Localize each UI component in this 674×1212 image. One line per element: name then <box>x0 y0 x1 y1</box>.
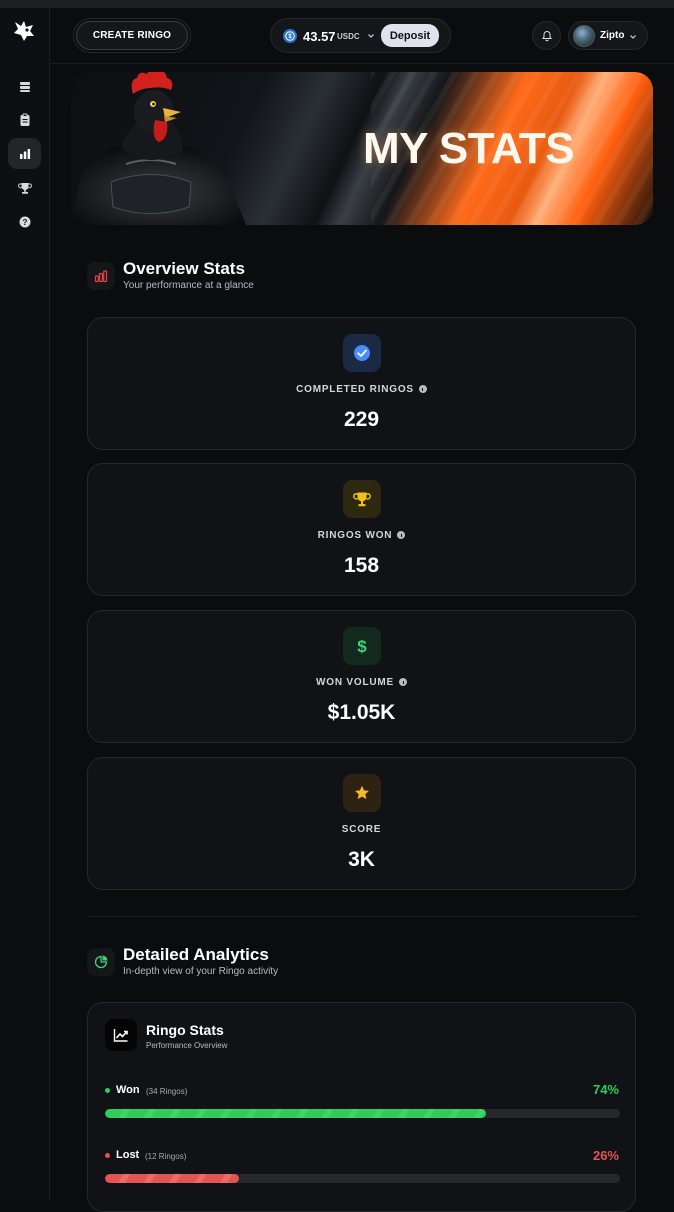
won-percent: 74% <box>592 1082 619 1097</box>
section-icon <box>87 948 115 976</box>
card-label: COMPLETED RINGOS <box>88 384 635 395</box>
lost-dot <box>105 1153 110 1158</box>
section-icon <box>87 262 115 290</box>
stats-banner: MY STATS <box>71 72 653 225</box>
trend-up-icon <box>113 1029 128 1042</box>
ringo-stats-card: Ringo Stats Performance Overview Won (34… <box>87 1002 636 1212</box>
svg-text:?: ? <box>22 217 27 226</box>
lost-count: (12 Ringos) <box>145 1152 187 1161</box>
card-icon-box <box>343 774 381 812</box>
stat-card-completed: COMPLETED RINGOS 229 <box>87 317 636 450</box>
deposit-button[interactable]: Deposit <box>381 24 439 47</box>
sidebar-item-stats[interactable] <box>8 138 41 169</box>
info-icon[interactable] <box>397 531 406 539</box>
currency-prefix: $ <box>327 701 340 724</box>
section-subtitle: Your performance at a glance <box>123 280 254 291</box>
lost-percent: 26% <box>592 1148 619 1163</box>
bell-icon <box>541 30 552 41</box>
rooster-mascot-icon <box>71 72 246 225</box>
lost-progress-track <box>105 1174 620 1183</box>
won-count: (34 Ringos) <box>146 1087 188 1096</box>
wallet-balance[interactable]: $ 43.57 USDC Deposit <box>270 18 451 53</box>
notifications-button[interactable] <box>532 21 561 50</box>
avatar <box>573 25 595 47</box>
pie-chart-icon <box>94 955 108 969</box>
card-value: 229 <box>343 408 380 431</box>
section-title: Overview Stats <box>123 259 245 278</box>
balance-amount: 43.57 <box>303 29 336 44</box>
bar-chart-icon <box>94 270 108 283</box>
stat-card-won: RINGOS WON 158 <box>87 463 636 596</box>
create-ringo-button[interactable]: CREATE RINGO <box>76 21 188 50</box>
section-title: Detailed Analytics <box>123 945 269 964</box>
lost-label: Lost <box>116 1149 140 1161</box>
sidebar-item-clipboard[interactable] <box>8 104 41 135</box>
app-logo-icon[interactable] <box>11 18 37 44</box>
card-icon-box: $ <box>343 627 381 665</box>
svg-text:$: $ <box>357 637 367 655</box>
sidebar: ? <box>0 8 50 1200</box>
banner-title: MY STATS <box>363 124 575 173</box>
won-dot <box>105 1088 110 1093</box>
card-label: WON VOLUME <box>88 677 635 688</box>
chevron-down-icon <box>630 35 636 39</box>
coins-icon <box>19 81 30 92</box>
card-value: 158 <box>343 554 380 577</box>
username: Zipto <box>600 30 625 41</box>
card-value: 3K <box>348 848 375 871</box>
info-icon[interactable] <box>418 385 427 393</box>
card-label: SCORE <box>341 824 382 835</box>
stats-card-subtitle: Performance Overview <box>146 1041 228 1050</box>
lost-progress-fill <box>105 1174 239 1183</box>
star-icon <box>355 785 369 800</box>
balance-currency: USDC <box>337 32 360 41</box>
section-divider <box>87 916 636 917</box>
card-label: RINGOS WON <box>88 530 635 541</box>
stat-card-volume: $ WON VOLUME $1.05K <box>87 610 636 743</box>
top-strip <box>0 0 674 8</box>
card-icon-box <box>343 480 381 518</box>
info-icon[interactable] <box>399 678 407 686</box>
usdc-icon: $ <box>283 29 297 43</box>
card-value: $1.05K <box>327 701 396 724</box>
top-header: CREATE RINGO $ 43.57 USDC Deposit Zipto <box>50 8 674 64</box>
won-label: Won <box>116 1084 140 1096</box>
card-icon-box <box>343 334 381 372</box>
clipboard-icon <box>20 113 29 126</box>
trophy-icon <box>17 182 32 194</box>
won-progress-fill <box>105 1109 487 1118</box>
won-progress-track <box>105 1109 620 1118</box>
help-icon: ? <box>19 216 30 227</box>
stats-card-title: Ringo Stats <box>146 1022 224 1038</box>
user-menu[interactable]: Zipto <box>568 21 648 50</box>
stat-card-score: SCORE 3K <box>87 757 636 890</box>
dollar-icon: $ <box>357 637 367 655</box>
chevron-down-icon[interactable] <box>367 32 375 40</box>
bar-chart-icon <box>19 148 30 159</box>
sidebar-item-trophy[interactable] <box>8 172 41 203</box>
check-badge-icon <box>354 345 370 361</box>
trophy-icon <box>353 492 371 507</box>
sidebar-item-help[interactable]: ? <box>8 206 41 237</box>
section-subtitle: In-depth view of your Ringo activity <box>123 966 279 977</box>
sidebar-item-coins[interactable] <box>8 70 41 101</box>
stats-card-icon-box <box>105 1019 137 1051</box>
